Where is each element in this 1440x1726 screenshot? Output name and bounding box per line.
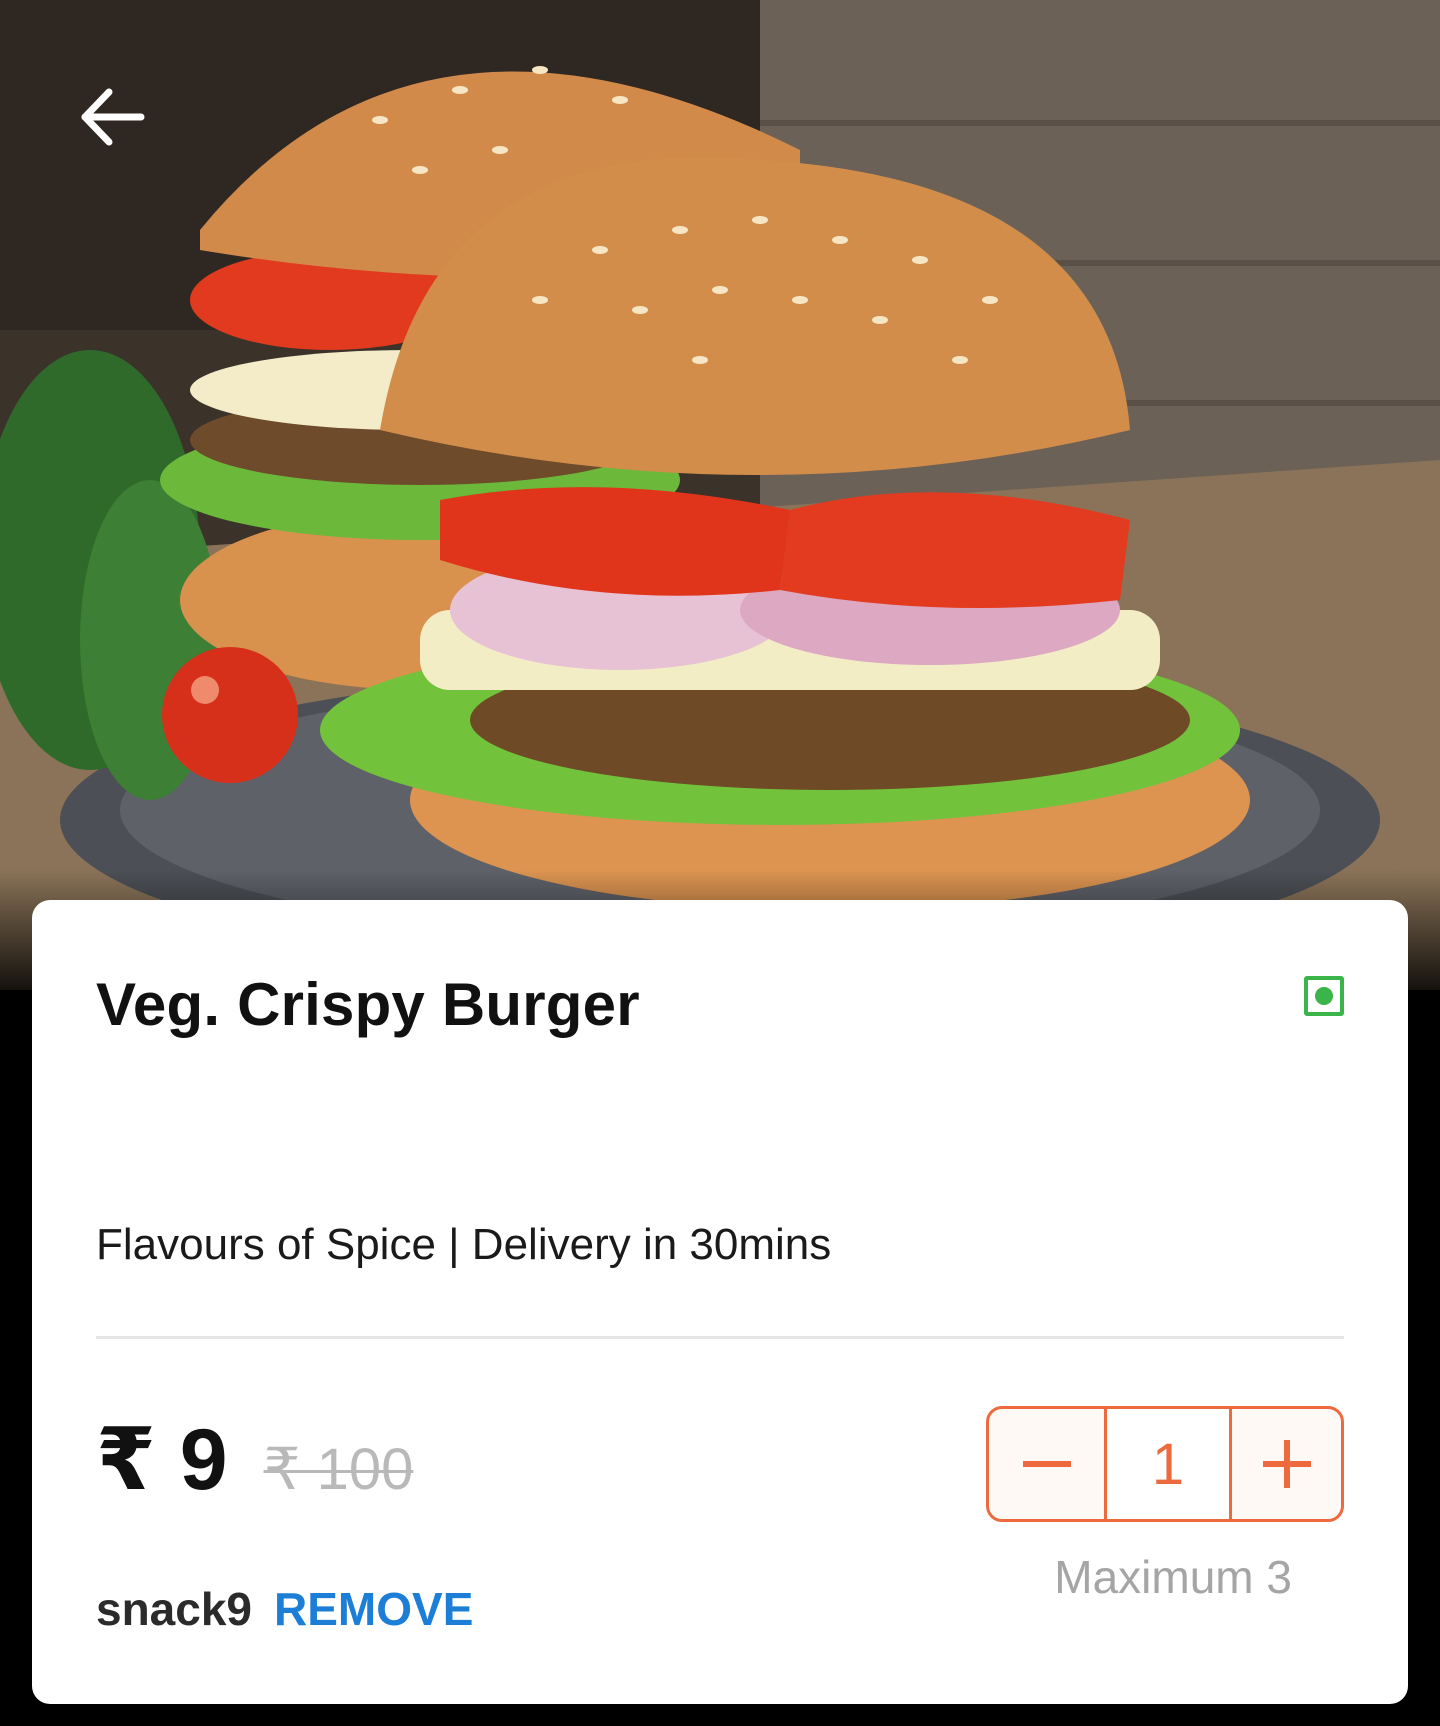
plus-icon bbox=[1262, 1440, 1311, 1488]
back-button[interactable] bbox=[70, 75, 154, 159]
restaurant-delivery-info: Flavours of Spice | Delivery in 30mins bbox=[96, 1220, 832, 1269]
increase-quantity-button[interactable] bbox=[1232, 1409, 1341, 1519]
quantity-stepper: 1 bbox=[986, 1406, 1344, 1522]
veg-indicator-icon bbox=[1304, 976, 1344, 1016]
current-price: ₹ 9 bbox=[96, 1412, 228, 1508]
quantity-value: 1 bbox=[1107, 1409, 1232, 1519]
product-hero-image bbox=[0, 0, 1440, 990]
decrease-quantity-button[interactable] bbox=[989, 1409, 1107, 1519]
minus-icon bbox=[1022, 1461, 1071, 1467]
arrow-left-icon bbox=[81, 88, 145, 146]
max-quantity-note: Maximum 3 bbox=[1054, 1551, 1292, 1603]
veg-indicator-dot bbox=[1315, 987, 1333, 1005]
applied-coupon: snack9 REMOVE bbox=[96, 1582, 473, 1636]
price-block: ₹ 9 ₹ 100 bbox=[96, 1410, 413, 1510]
divider bbox=[96, 1336, 1344, 1339]
product-title: Veg. Crispy Burger bbox=[96, 971, 640, 1038]
coupon-code: snack9 bbox=[96, 1583, 253, 1635]
remove-coupon-button[interactable]: REMOVE bbox=[274, 1582, 473, 1636]
burger-illustration bbox=[0, 0, 1440, 990]
product-card: Veg. Crispy Burger Flavours of Spice | D… bbox=[32, 900, 1408, 1704]
item-detail-screen: Veg. Crispy Burger Flavours of Spice | D… bbox=[0, 0, 1440, 1726]
original-price: ₹ 100 bbox=[263, 1437, 414, 1502]
